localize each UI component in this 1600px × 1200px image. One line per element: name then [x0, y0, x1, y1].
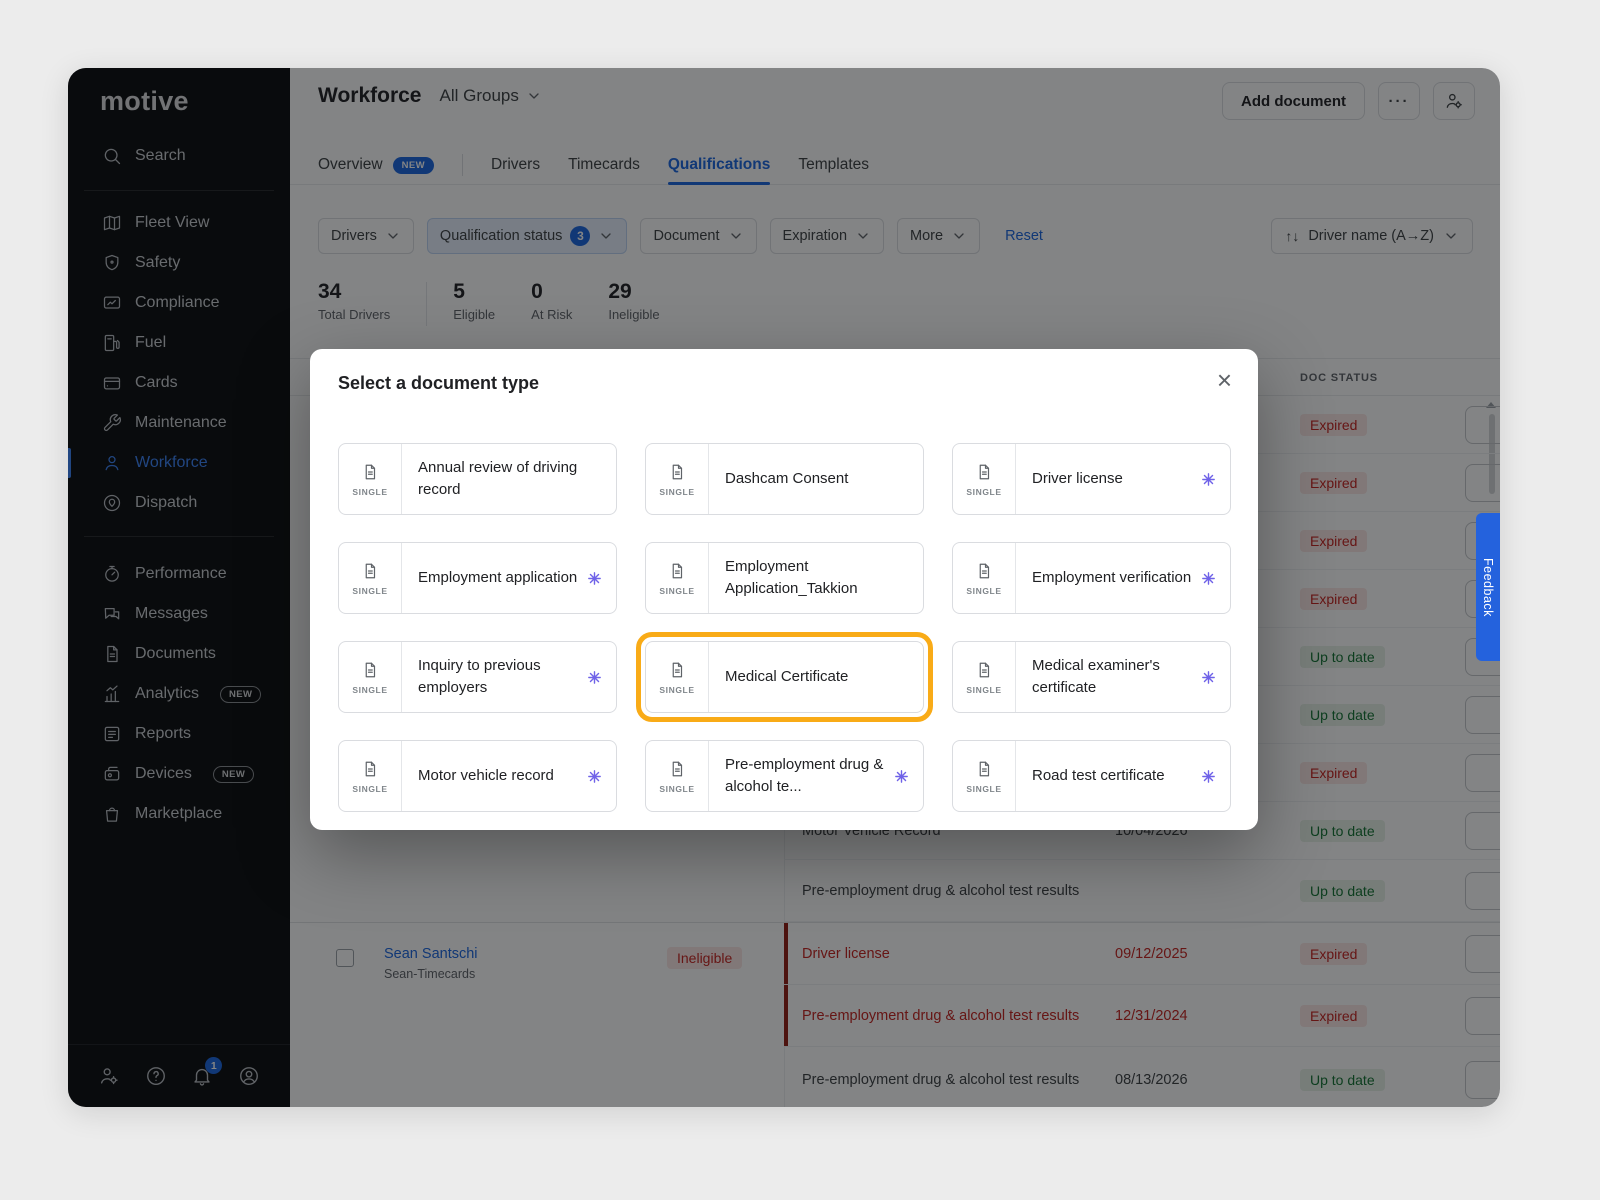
document-icon: [668, 560, 686, 582]
doc-type-title: Driver license: [1016, 444, 1200, 514]
feedback-tab[interactable]: Feedback: [1476, 513, 1500, 661]
asterisk-icon: [586, 768, 603, 785]
doc-type-employment-application-takkion[interactable]: SINGLE Employment Application_Takkion: [645, 542, 924, 614]
document-icon: [975, 461, 993, 483]
single-label: SINGLE: [352, 586, 387, 596]
select-document-type-modal: Select a document type × SINGLE Annual re…: [310, 349, 1258, 830]
doc-type-title: Dashcam Consent: [709, 444, 923, 514]
doc-kind: SINGLE: [646, 444, 709, 514]
close-icon[interactable]: ×: [1217, 367, 1232, 393]
doc-kind: SINGLE: [339, 543, 402, 613]
doc-type-employment-application[interactable]: SINGLE Employment application: [338, 542, 617, 614]
single-label: SINGLE: [659, 784, 694, 794]
single-label: SINGLE: [966, 685, 1001, 695]
asterisk-icon: [1200, 471, 1217, 488]
document-icon: [668, 461, 686, 483]
document-icon: [975, 659, 993, 681]
doc-kind: SINGLE: [953, 543, 1016, 613]
single-label: SINGLE: [966, 487, 1001, 497]
modal-title: Select a document type: [338, 373, 539, 394]
document-icon: [361, 659, 379, 681]
screen: motive Search Fleet View Safety Complian…: [0, 0, 1600, 1200]
doc-type-medical-examiners-certificate[interactable]: SINGLE Medical examiner's certificate: [952, 641, 1231, 713]
single-label: SINGLE: [352, 784, 387, 794]
asterisk-icon: [586, 669, 603, 686]
document-type-grid: SINGLE Annual review of driving record SI…: [338, 443, 1231, 812]
document-icon: [361, 758, 379, 780]
app-window: motive Search Fleet View Safety Complian…: [68, 68, 1500, 1107]
asterisk-icon: [586, 570, 603, 587]
doc-kind: SINGLE: [646, 741, 709, 811]
single-label: SINGLE: [352, 685, 387, 695]
doc-kind: SINGLE: [339, 741, 402, 811]
document-icon: [975, 560, 993, 582]
asterisk-icon: [1200, 669, 1217, 686]
doc-kind: SINGLE: [339, 642, 402, 712]
doc-type-inquiry-previous-employers[interactable]: SINGLE Inquiry to previous employers: [338, 641, 617, 713]
document-icon: [668, 758, 686, 780]
single-label: SINGLE: [966, 586, 1001, 596]
doc-type-title: Medical examiner's certificate: [1016, 642, 1200, 712]
doc-type-dashcam-consent[interactable]: SINGLE Dashcam Consent: [645, 443, 924, 515]
document-icon: [361, 560, 379, 582]
doc-kind: SINGLE: [339, 444, 402, 514]
doc-kind: SINGLE: [646, 642, 709, 712]
doc-type-road-test-certificate[interactable]: SINGLE Road test certificate: [952, 740, 1231, 812]
doc-type-title: Employment verification: [1016, 543, 1200, 613]
doc-type-motor-vehicle-record[interactable]: SINGLE Motor vehicle record: [338, 740, 617, 812]
doc-kind: SINGLE: [953, 444, 1016, 514]
single-label: SINGLE: [659, 586, 694, 596]
asterisk-icon: [1200, 570, 1217, 587]
asterisk-icon: [893, 768, 910, 785]
doc-type-title: Medical Certificate: [709, 642, 923, 712]
doc-type-title: Road test certificate: [1016, 741, 1200, 811]
doc-type-title: Annual review of driving record: [402, 444, 616, 514]
single-label: SINGLE: [966, 784, 1001, 794]
doc-type-title: Inquiry to previous employers: [402, 642, 586, 712]
single-label: SINGLE: [352, 487, 387, 497]
single-label: SINGLE: [659, 685, 694, 695]
doc-kind: SINGLE: [953, 741, 1016, 811]
doc-type-employment-verification[interactable]: SINGLE Employment verification: [952, 542, 1231, 614]
asterisk-icon: [1200, 768, 1217, 785]
doc-type-title: Employment Application_Takkion: [709, 543, 923, 613]
document-icon: [361, 461, 379, 483]
doc-type-title: Pre-employment drug & alcohol te...: [709, 741, 893, 811]
single-label: SINGLE: [659, 487, 694, 497]
doc-type-title: Employment application: [402, 543, 586, 613]
doc-type-pre-employment-drug-alcohol[interactable]: SINGLE Pre-employment drug & alcohol te..…: [645, 740, 924, 812]
doc-type-title: Motor vehicle record: [402, 741, 586, 811]
doc-type-annual-review[interactable]: SINGLE Annual review of driving record: [338, 443, 617, 515]
doc-kind: SINGLE: [953, 642, 1016, 712]
document-icon: [975, 758, 993, 780]
doc-type-driver-license[interactable]: SINGLE Driver license: [952, 443, 1231, 515]
doc-kind: SINGLE: [646, 543, 709, 613]
document-icon: [668, 659, 686, 681]
doc-type-medical-certificate[interactable]: SINGLE Medical Certificate: [645, 641, 924, 713]
